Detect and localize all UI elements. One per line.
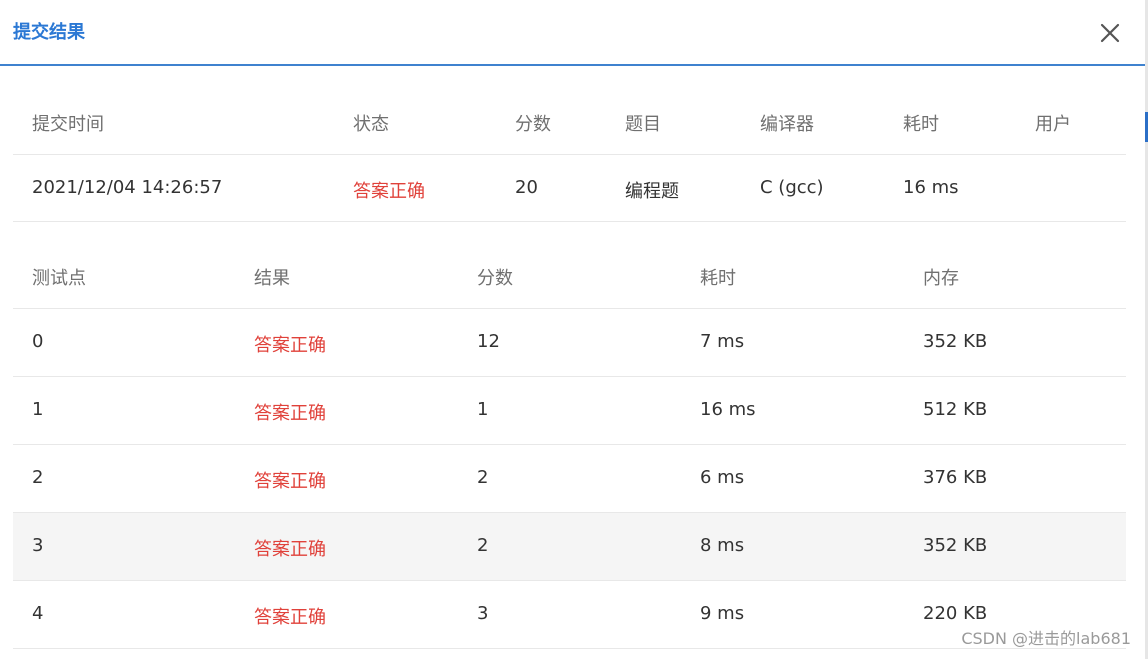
summary-problem: 编程题 [625, 181, 679, 202]
test-result: 答案正确 [254, 539, 326, 560]
header-submit-time: 提交时间 [32, 114, 104, 135]
header-duration: 耗时 [903, 114, 939, 135]
header-problem: 题目 [625, 114, 661, 135]
header-memory: 内存 [923, 268, 959, 289]
test-time: 16 ms [700, 399, 756, 420]
header-compiler: 编译器 [760, 114, 814, 135]
close-icon [1100, 23, 1120, 43]
close-button[interactable] [1098, 21, 1122, 45]
header-result: 结果 [254, 268, 290, 289]
summary-header-row: 提交时间 状态 分数 题目 编译器 耗时 用户 [13, 88, 1126, 155]
test-score: 2 [477, 467, 489, 488]
test-score: 3 [477, 603, 489, 624]
test-memory: 220 KB [923, 603, 988, 624]
test-time: 6 ms [700, 467, 745, 488]
table-row: 1 答案正确 1 16 ms 512 KB [13, 377, 1126, 445]
header-test-point: 测试点 [32, 268, 86, 289]
summary-duration: 16 ms [903, 177, 959, 198]
test-time: 9 ms [700, 603, 745, 624]
page: 提交结果 提交时间 状态 分数 题目 编译器 耗时 用户 2021/12/04 … [0, 0, 1148, 659]
test-id: 0 [32, 331, 44, 352]
header-test-score: 分数 [477, 268, 513, 289]
test-result: 答案正确 [254, 403, 326, 424]
test-score: 1 [477, 399, 489, 420]
test-score: 2 [477, 535, 489, 556]
table-row: 2 答案正确 2 6 ms 376 KB [13, 445, 1126, 513]
dialog-header: 提交结果 [0, 0, 1145, 66]
test-score: 12 [477, 331, 500, 352]
test-id: 3 [32, 535, 44, 556]
header-test-time: 耗时 [700, 268, 736, 289]
summary-status: 答案正确 [353, 181, 425, 202]
dialog-title: 提交结果 [13, 22, 85, 43]
test-result: 答案正确 [254, 607, 326, 628]
summary-time: 2021/12/04 14:26:57 [32, 177, 223, 198]
table-row: 0 答案正确 12 7 ms 352 KB [13, 309, 1126, 377]
summary-compiler: C (gcc) [760, 177, 824, 198]
test-id: 2 [32, 467, 44, 488]
header-score: 分数 [515, 114, 551, 135]
test-id: 4 [32, 603, 44, 624]
test-memory: 512 KB [923, 399, 988, 420]
summary-score: 20 [515, 177, 538, 198]
tests-header-row: 测试点 结果 分数 耗时 内存 [13, 242, 1126, 309]
summary-table: 提交时间 状态 分数 题目 编译器 耗时 用户 2021/12/04 14:26… [13, 88, 1126, 222]
test-memory: 352 KB [923, 331, 988, 352]
watermark: CSDN @进击的lab681 [961, 629, 1131, 648]
test-time: 8 ms [700, 535, 745, 556]
test-memory: 376 KB [923, 467, 988, 488]
test-memory: 352 KB [923, 535, 988, 556]
test-id: 1 [32, 399, 44, 420]
test-result: 答案正确 [254, 471, 326, 492]
test-cases-table: 测试点 结果 分数 耗时 内存 0 答案正确 12 7 ms 352 KB 1 … [13, 242, 1126, 649]
header-user: 用户 [1035, 114, 1071, 135]
header-status: 状态 [353, 114, 389, 135]
table-row: 3 答案正确 2 8 ms 352 KB [13, 513, 1126, 581]
submission-result-dialog: 提交结果 提交时间 状态 分数 题目 编译器 耗时 用户 2021/12/04 … [0, 0, 1145, 659]
test-time: 7 ms [700, 331, 745, 352]
summary-row: 2021/12/04 14:26:57 答案正确 20 编程题 C (gcc) … [13, 155, 1126, 222]
table-row: 4 答案正确 3 9 ms 220 KB [13, 581, 1126, 649]
test-result: 答案正确 [254, 335, 326, 356]
